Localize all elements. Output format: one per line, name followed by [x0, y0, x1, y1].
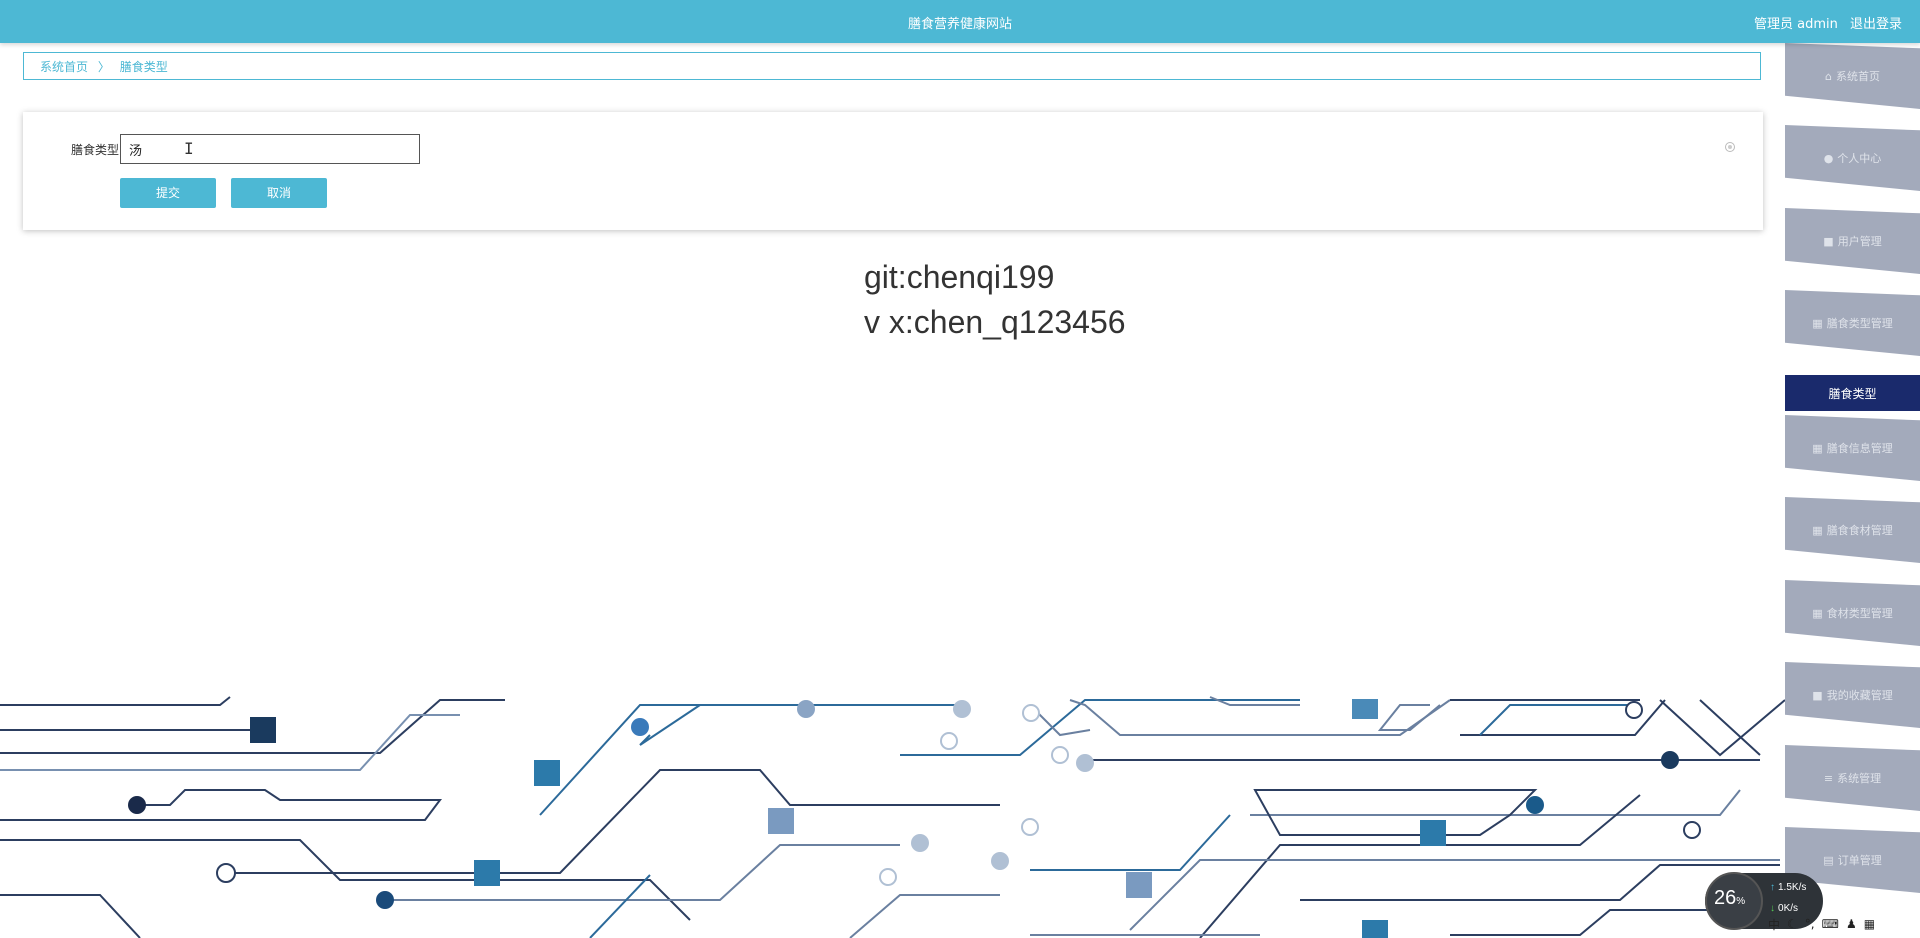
sidebar-item-home[interactable]: ⌂ 系统首页	[1785, 43, 1920, 109]
diet-type-label: 膳食类型	[71, 143, 120, 157]
submit-button[interactable]: 提交	[120, 178, 216, 208]
sidebar-nav: ⌂ 系统首页 ● 个人中心 ■ 用户管理 ▦ 膳食类型管理 膳食类型 ▦ 膳食信…	[1785, 43, 1920, 938]
admin-user-label[interactable]: 管理员 admin	[1754, 17, 1838, 32]
cancel-button[interactable]: 取消	[231, 178, 327, 208]
person-icon[interactable]: ♟	[1846, 917, 1857, 931]
cpu-usage-value: 26	[1714, 887, 1737, 909]
sidebar-item-label: 用户管理	[1837, 235, 1882, 248]
keyboard-icon[interactable]: ⌨	[1822, 917, 1839, 931]
grid-icon: ▦	[1812, 523, 1823, 537]
sidebar-item-label: 个人中心	[1837, 152, 1882, 165]
sidebar-item-ingredient-type-management[interactable]: ▦ 食材类型管理	[1785, 580, 1920, 646]
sidebar-item-diet-type[interactable]: 膳食类型	[1785, 375, 1920, 411]
sidebar-item-label: 系统首页	[1835, 70, 1880, 83]
sidebar-item-label: 食材类型管理	[1826, 607, 1893, 620]
watermark: git:chenqi199 v x:chen_q123456	[864, 255, 1126, 345]
sidebar-item-user-management[interactable]: ■ 用户管理	[1785, 208, 1920, 274]
sidebar-item-label: 膳食信息管理	[1826, 442, 1893, 455]
text-cursor-icon: I	[184, 139, 194, 158]
sidebar-item-favorites-management[interactable]: ■ 我的收藏管理	[1785, 662, 1920, 728]
cpu-usage-percent: 26%	[1714, 887, 1745, 910]
breadcrumb-separator-icon: 〉	[97, 60, 110, 74]
grid-icon: ▦	[1812, 441, 1823, 455]
sidebar-item-label: 我的收藏管理	[1826, 689, 1893, 702]
clipboard-icon: ■	[1812, 688, 1823, 702]
top-bar: 膳食营养健康网站 管理员 admin 退出登录	[0, 0, 1920, 43]
sidebar-item-label: 膳食类型	[1828, 386, 1877, 401]
user-area: 管理员 admin 退出登录	[1746, 13, 1902, 32]
breadcrumb: 系统首页 〉 膳食类型	[23, 52, 1761, 80]
watermark-line-1: git:chenqi199	[864, 259, 1055, 295]
sidebar-item-label: 系统管理	[1837, 772, 1882, 785]
breadcrumb-current: 膳食类型	[119, 60, 168, 74]
sidebar-item-label: 膳食食材管理	[1826, 524, 1893, 537]
upload-arrow-icon: ↑	[1770, 882, 1775, 893]
circuit-background-illustration	[0, 696, 1785, 938]
sidebar-item-diet-info-management[interactable]: ▦ 膳食信息管理	[1785, 415, 1920, 481]
sidebar-item-label: 膳食类型管理	[1826, 317, 1893, 330]
logout-link[interactable]: 退出登录	[1850, 17, 1902, 32]
form-card: 膳食类型 I 提交 取消	[23, 112, 1763, 230]
moon-icon[interactable]: ☾	[1787, 917, 1798, 931]
upload-speed: ↑ 1.5K/s	[1770, 882, 1806, 893]
menu-icon: ≡	[1823, 771, 1834, 785]
site-title: 膳食营养健康网站	[907, 17, 1012, 32]
system-tray: 中 ☾ °, ⌨ ♟ ▦	[1760, 912, 1920, 936]
briefcase-icon: ■	[1823, 234, 1834, 248]
apps-icon[interactable]: ▦	[1864, 917, 1875, 931]
sidebar-item-personal-center[interactable]: ● 个人中心	[1785, 125, 1920, 191]
page: 膳食营养健康网站 管理员 admin 退出登录 系统首页 〉 膳食类型 膳食类型…	[0, 0, 1920, 938]
sidebar-item-diet-type-management[interactable]: ▦ 膳食类型管理	[1785, 290, 1920, 356]
close-icon[interactable]	[1725, 142, 1735, 152]
grid-icon: ▦	[1812, 316, 1823, 330]
diet-type-input[interactable]	[120, 134, 420, 164]
breadcrumb-home-link[interactable]: 系统首页	[40, 60, 88, 74]
upload-speed-value: 1.5	[1778, 882, 1792, 893]
user-icon: ●	[1823, 151, 1834, 165]
upload-speed-unit: K/s	[1791, 882, 1807, 893]
sidebar-item-diet-ingredient-management[interactable]: ▦ 膳食食材管理	[1785, 497, 1920, 563]
punctuation-icon[interactable]: °,	[1805, 917, 1815, 931]
list-icon: ▤	[1823, 853, 1834, 867]
grid-icon: ▦	[1812, 606, 1823, 620]
sidebar-item-label: 订单管理	[1837, 854, 1882, 867]
home-icon: ⌂	[1825, 69, 1832, 83]
ime-icon[interactable]: 中	[1768, 916, 1780, 933]
cpu-usage-unit: %	[1736, 896, 1746, 907]
watermark-line-2: v x:chen_q123456	[864, 304, 1126, 340]
sidebar-item-system-management[interactable]: ≡ 系统管理	[1785, 745, 1920, 811]
